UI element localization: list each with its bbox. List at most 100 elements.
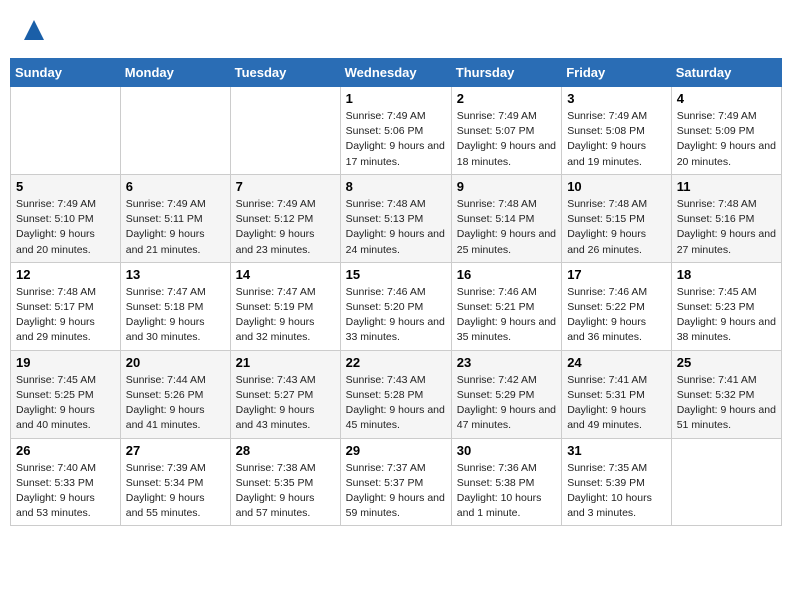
logo [18,16,48,44]
day-info: Sunrise: 7:44 AM Sunset: 5:26 PM Dayligh… [126,373,225,434]
day-info: Sunrise: 7:38 AM Sunset: 5:35 PM Dayligh… [236,461,335,522]
calendar-cell: 7 Sunrise: 7:49 AM Sunset: 5:12 PM Daylig… [230,174,340,262]
calendar-cell: 13 Sunrise: 7:47 AM Sunset: 5:18 PM Dayli… [120,262,230,350]
day-number: 3 [567,91,666,106]
calendar-cell: 12Sunrise: 7:48 AM Sunset: 5:17 PM Dayli… [11,262,121,350]
calendar-cell: 14 Sunrise: 7:47 AM Sunset: 5:19 PM Dayli… [230,262,340,350]
day-info: Sunrise: 7:49 AM Sunset: 5:07 PM Dayligh… [457,109,556,170]
day-info: Sunrise: 7:48 AM Sunset: 5:14 PM Dayligh… [457,197,556,258]
calendar-cell: 24Sunrise: 7:41 AM Sunset: 5:31 PM Dayli… [562,350,672,438]
day-info: Sunrise: 7:45 AM Sunset: 5:25 PM Dayligh… [16,373,115,434]
day-number: 14 [236,267,335,282]
day-number: 2 [457,91,556,106]
day-info: Sunrise: 7:46 AM Sunset: 5:20 PM Dayligh… [346,285,446,346]
day-number: 21 [236,355,335,370]
calendar-cell: 20 Sunrise: 7:44 AM Sunset: 5:26 PM Dayli… [120,350,230,438]
day-info: Sunrise: 7:48 AM Sunset: 5:16 PM Dayligh… [677,197,776,258]
calendar-cell [230,87,340,175]
day-number: 24 [567,355,666,370]
day-info: Sunrise: 7:49 AM Sunset: 5:06 PM Dayligh… [346,109,446,170]
calendar-week-row: 26 Sunrise: 7:40 AM Sunset: 5:33 PM Dayli… [11,438,782,526]
day-number: 18 [677,267,776,282]
day-number: 31 [567,443,666,458]
logo-icon [20,16,48,44]
day-number: 5 [16,179,115,194]
day-info: Sunrise: 7:49 AM Sunset: 5:10 PM Dayligh… [16,197,115,258]
calendar-cell: 1Sunrise: 7:49 AM Sunset: 5:06 PM Daylig… [340,87,451,175]
day-info: Sunrise: 7:41 AM Sunset: 5:32 PM Dayligh… [677,373,776,434]
day-info: Sunrise: 7:49 AM Sunset: 5:11 PM Dayligh… [126,197,225,258]
day-info: Sunrise: 7:48 AM Sunset: 5:17 PM Dayligh… [16,285,115,346]
day-info: Sunrise: 7:36 AM Sunset: 5:38 PM Dayligh… [457,461,556,522]
day-number: 7 [236,179,335,194]
calendar-cell: 29 Sunrise: 7:37 AM Sunset: 5:37 PM Dayli… [340,438,451,526]
day-number: 27 [126,443,225,458]
calendar-cell: 19 Sunrise: 7:45 AM Sunset: 5:25 PM Dayli… [11,350,121,438]
calendar-cell: 30 Sunrise: 7:36 AM Sunset: 5:38 PM Dayli… [451,438,561,526]
day-info: Sunrise: 7:48 AM Sunset: 5:13 PM Dayligh… [346,197,446,258]
day-info: Sunrise: 7:46 AM Sunset: 5:21 PM Dayligh… [457,285,556,346]
day-info: Sunrise: 7:45 AM Sunset: 5:23 PM Dayligh… [677,285,776,346]
day-info: Sunrise: 7:49 AM Sunset: 5:12 PM Dayligh… [236,197,335,258]
day-info: Sunrise: 7:49 AM Sunset: 5:08 PM Dayligh… [567,109,666,170]
page-header [10,10,782,50]
calendar-cell: 23Sunrise: 7:42 AM Sunset: 5:29 PM Dayli… [451,350,561,438]
day-number: 26 [16,443,115,458]
calendar-cell: 11 Sunrise: 7:48 AM Sunset: 5:16 PM Dayli… [671,174,781,262]
calendar-cell: 31 Sunrise: 7:35 AM Sunset: 5:39 PM Dayli… [562,438,672,526]
calendar-cell: 3 Sunrise: 7:49 AM Sunset: 5:08 PM Daylig… [562,87,672,175]
day-number: 30 [457,443,556,458]
calendar-cell [671,438,781,526]
calendar-header-thursday: Thursday [451,59,561,87]
day-info: Sunrise: 7:49 AM Sunset: 5:09 PM Dayligh… [677,109,776,170]
day-number: 22 [346,355,446,370]
calendar-cell: 21Sunrise: 7:43 AM Sunset: 5:27 PM Dayli… [230,350,340,438]
calendar-header-saturday: Saturday [671,59,781,87]
day-number: 19 [16,355,115,370]
day-info: Sunrise: 7:35 AM Sunset: 5:39 PM Dayligh… [567,461,666,522]
calendar-header-tuesday: Tuesday [230,59,340,87]
calendar-week-row: 19 Sunrise: 7:45 AM Sunset: 5:25 PM Dayli… [11,350,782,438]
calendar-week-row: 1Sunrise: 7:49 AM Sunset: 5:06 PM Daylig… [11,87,782,175]
day-number: 29 [346,443,446,458]
calendar-cell: 17 Sunrise: 7:46 AM Sunset: 5:22 PM Dayli… [562,262,672,350]
calendar-table: SundayMondayTuesdayWednesdayThursdayFrid… [10,58,782,526]
day-number: 15 [346,267,446,282]
calendar-cell [120,87,230,175]
day-number: 20 [126,355,225,370]
calendar-cell: 9 Sunrise: 7:48 AM Sunset: 5:14 PM Daylig… [451,174,561,262]
calendar-header-sunday: Sunday [11,59,121,87]
day-info: Sunrise: 7:46 AM Sunset: 5:22 PM Dayligh… [567,285,666,346]
calendar-header-monday: Monday [120,59,230,87]
calendar-cell: 27 Sunrise: 7:39 AM Sunset: 5:34 PM Dayli… [120,438,230,526]
day-number: 13 [126,267,225,282]
day-info: Sunrise: 7:48 AM Sunset: 5:15 PM Dayligh… [567,197,666,258]
day-info: Sunrise: 7:39 AM Sunset: 5:34 PM Dayligh… [126,461,225,522]
calendar-cell: 4 Sunrise: 7:49 AM Sunset: 5:09 PM Daylig… [671,87,781,175]
day-number: 9 [457,179,556,194]
day-number: 16 [457,267,556,282]
calendar-week-row: 5 Sunrise: 7:49 AM Sunset: 5:10 PM Daylig… [11,174,782,262]
calendar-cell: 6 Sunrise: 7:49 AM Sunset: 5:11 PM Daylig… [120,174,230,262]
calendar-cell: 8Sunrise: 7:48 AM Sunset: 5:13 PM Daylig… [340,174,451,262]
day-info: Sunrise: 7:43 AM Sunset: 5:28 PM Dayligh… [346,373,446,434]
calendar-week-row: 12Sunrise: 7:48 AM Sunset: 5:17 PM Dayli… [11,262,782,350]
day-number: 28 [236,443,335,458]
day-number: 11 [677,179,776,194]
day-info: Sunrise: 7:40 AM Sunset: 5:33 PM Dayligh… [16,461,115,522]
calendar-cell: 22 Sunrise: 7:43 AM Sunset: 5:28 PM Dayli… [340,350,451,438]
calendar-cell: 15 Sunrise: 7:46 AM Sunset: 5:20 PM Dayli… [340,262,451,350]
calendar-cell: 2 Sunrise: 7:49 AM Sunset: 5:07 PM Daylig… [451,87,561,175]
calendar-cell: 26 Sunrise: 7:40 AM Sunset: 5:33 PM Dayli… [11,438,121,526]
day-number: 17 [567,267,666,282]
day-info: Sunrise: 7:37 AM Sunset: 5:37 PM Dayligh… [346,461,446,522]
day-number: 6 [126,179,225,194]
calendar-header-row: SundayMondayTuesdayWednesdayThursdayFrid… [11,59,782,87]
calendar-cell: 25Sunrise: 7:41 AM Sunset: 5:32 PM Dayli… [671,350,781,438]
calendar-header-friday: Friday [562,59,672,87]
calendar-header-wednesday: Wednesday [340,59,451,87]
day-info: Sunrise: 7:47 AM Sunset: 5:18 PM Dayligh… [126,285,225,346]
day-info: Sunrise: 7:47 AM Sunset: 5:19 PM Dayligh… [236,285,335,346]
day-number: 4 [677,91,776,106]
day-info: Sunrise: 7:42 AM Sunset: 5:29 PM Dayligh… [457,373,556,434]
